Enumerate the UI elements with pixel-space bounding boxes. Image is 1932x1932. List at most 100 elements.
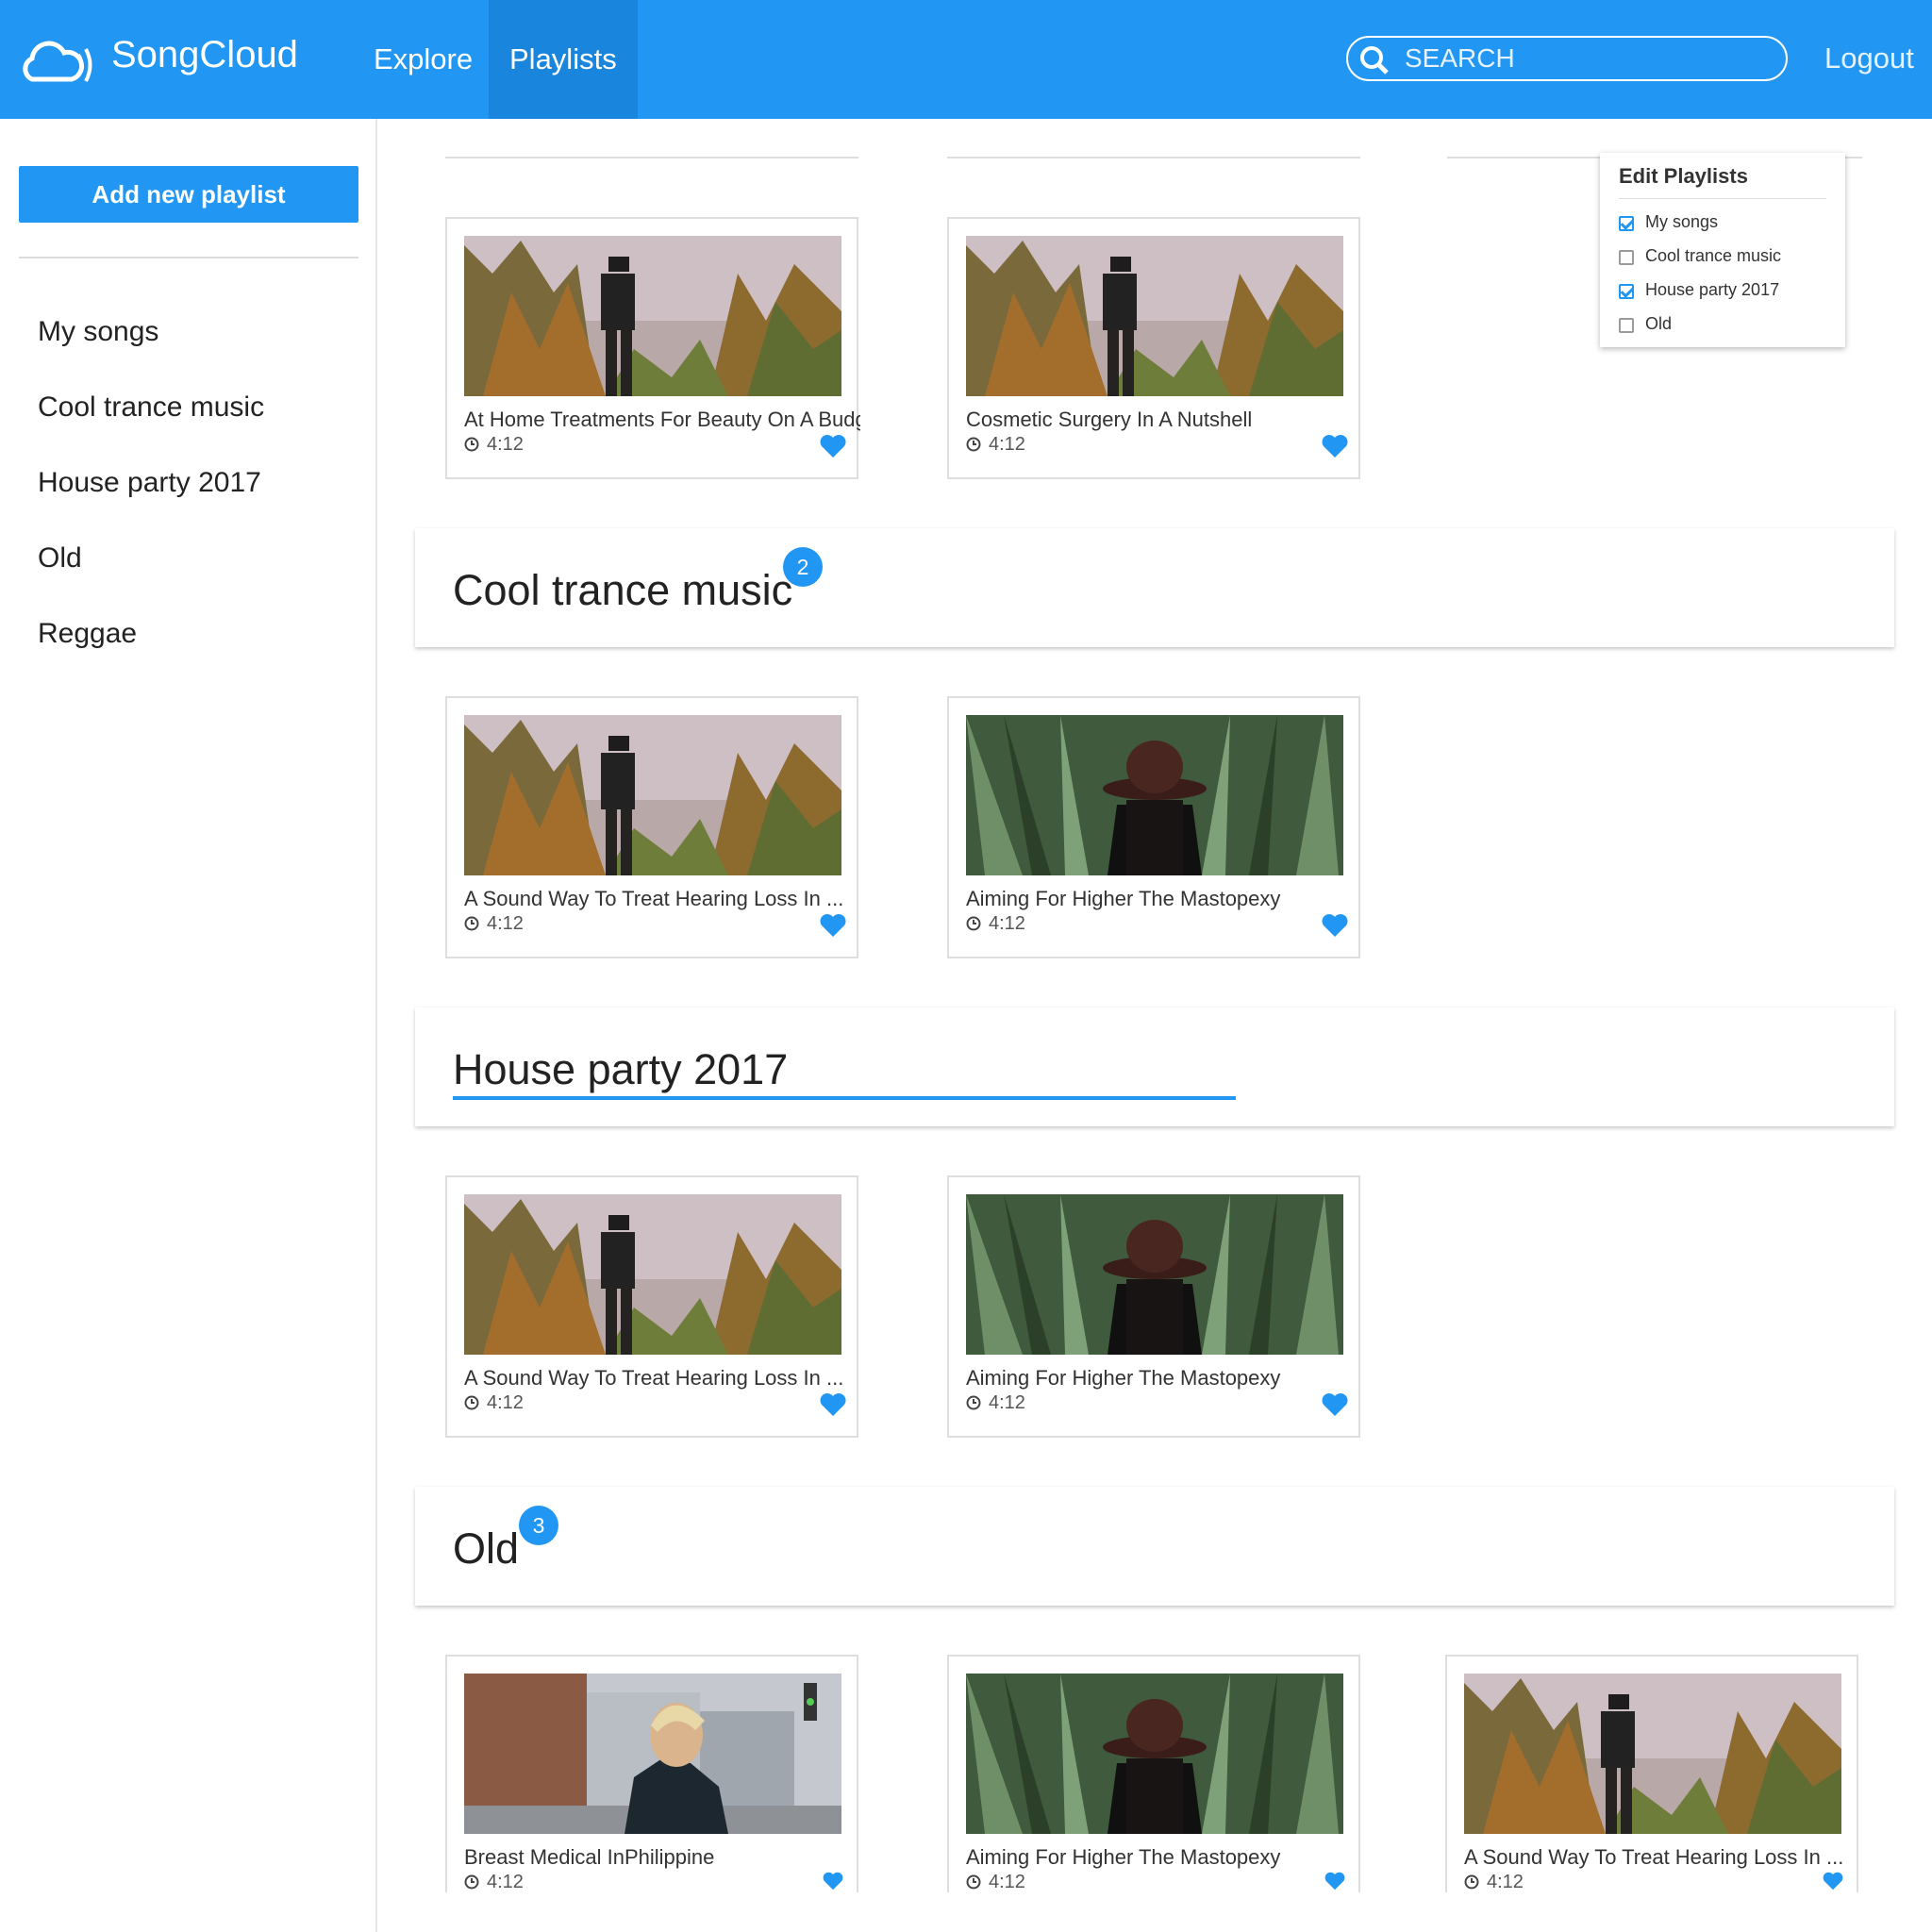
checkbox-icon[interactable] <box>1619 284 1634 299</box>
song-thumbnail[interactable] <box>966 715 1343 875</box>
dropdown-option-cool-trance-music[interactable]: Cool trance music <box>1619 245 1781 274</box>
card-edge <box>445 157 858 158</box>
checkbox-icon[interactable] <box>1619 318 1634 333</box>
clock-icon <box>966 916 981 931</box>
song-duration: 4:12 <box>966 434 1025 456</box>
song-title[interactable]: A Sound Way To Treat Hearing Loss In ... <box>464 887 860 911</box>
song-title[interactable]: Aiming For Higher The Mastopexy <box>966 1845 1362 1870</box>
song-duration: 4:12 <box>1464 1872 1524 1893</box>
heart-icon[interactable] <box>819 913 847 938</box>
playlist-title[interactable]: Old <box>453 1524 519 1574</box>
playlist-name-input[interactable] <box>453 1043 1236 1100</box>
dropdown-title: Edit Playlists <box>1619 164 1748 188</box>
song-card[interactable]: Breast Medical InPhilippine 4:12 <box>445 1655 858 1892</box>
sidebar-item-my-songs[interactable]: My songs <box>38 294 264 370</box>
clock-icon <box>1464 1874 1479 1890</box>
song-thumbnail[interactable] <box>464 715 841 875</box>
search-icon[interactable] <box>1357 43 1391 77</box>
option-label: Cool trance music <box>1645 246 1782 265</box>
heart-icon[interactable] <box>819 434 847 458</box>
song-duration: 4:12 <box>966 1872 1025 1893</box>
cloud-sound-icon[interactable] <box>19 36 94 87</box>
clock-icon <box>966 437 981 452</box>
heart-icon[interactable] <box>1321 1392 1349 1417</box>
duration-text: 4:12 <box>487 1872 524 1892</box>
song-count-badge: 2 <box>783 547 823 587</box>
add-playlist-button[interactable]: Add new playlist <box>19 166 358 223</box>
sidebar-item-house-party-2017[interactable]: House party 2017 <box>38 445 264 521</box>
song-card[interactable]: A Sound Way To Treat Hearing Loss In ...… <box>445 1175 858 1438</box>
song-title[interactable]: A Sound Way To Treat Hearing Loss In ... <box>1464 1845 1860 1870</box>
song-duration: 4:12 <box>464 434 524 456</box>
sidebar-item-cool-trance-music[interactable]: Cool trance music <box>38 370 264 445</box>
duration-text: 4:12 <box>989 913 1025 934</box>
heart-icon[interactable] <box>819 1392 847 1417</box>
search-input[interactable] <box>1405 40 1773 77</box>
duration-text: 4:12 <box>487 913 524 934</box>
song-title[interactable]: Aiming For Higher The Mastopexy <box>966 1366 1362 1391</box>
song-duration: 4:12 <box>464 913 524 935</box>
sidebar-divider <box>19 257 358 258</box>
heart-icon[interactable] <box>1321 1872 1349 1890</box>
clock-icon <box>464 1874 479 1890</box>
top-navbar: SongCloud Explore Playlists Logout <box>0 0 1932 119</box>
song-thumbnail[interactable] <box>1464 1674 1841 1834</box>
song-card[interactable]: At Home Treatments For Beauty On A Budge… <box>445 217 860 479</box>
song-title[interactable]: Aiming For Higher The Mastopexy <box>966 887 1362 911</box>
song-card[interactable]: A Sound Way To Treat Hearing Loss In ...… <box>1445 1655 1858 1892</box>
checkbox-icon[interactable] <box>1619 216 1634 231</box>
playlist-header-house-party-2017 <box>415 1008 1894 1126</box>
duration-text: 4:12 <box>487 434 524 455</box>
heart-icon[interactable] <box>819 1872 847 1890</box>
playlist-title[interactable]: Cool trance music <box>453 566 792 615</box>
clock-icon <box>464 437 479 452</box>
playlist-header-old: Old 3 <box>415 1487 1894 1606</box>
song-count-badge: 3 <box>519 1506 558 1545</box>
clock-icon <box>966 1874 981 1890</box>
song-duration: 4:12 <box>464 1392 524 1414</box>
sidebar-playlist-list: My songs Cool trance music House party 2… <box>38 294 264 672</box>
option-label: My songs <box>1645 212 1719 231</box>
edit-playlists-dropdown: Edit Playlists My songs Cool trance musi… <box>1600 153 1845 347</box>
dropdown-option-house-party-2017[interactable]: House party 2017 <box>1619 279 1779 308</box>
sidebar: Add new playlist My songs Cool trance mu… <box>0 119 377 1932</box>
song-card[interactable]: Aiming For Higher The Mastopexy 4:12 <box>947 696 1360 958</box>
song-thumbnail[interactable] <box>464 1674 841 1834</box>
song-thumbnail[interactable] <box>464 1194 841 1355</box>
song-duration: 4:12 <box>966 1392 1025 1414</box>
song-card[interactable]: Aiming For Higher The Mastopexy 4:12 <box>947 1655 1360 1892</box>
heart-icon[interactable] <box>1321 913 1349 938</box>
heart-icon[interactable] <box>1819 1872 1847 1890</box>
logout-link[interactable]: Logout <box>1824 42 1914 75</box>
song-card[interactable]: A Sound Way To Treat Hearing Loss In ...… <box>445 696 858 958</box>
nav-playlists[interactable]: Playlists <box>489 0 638 119</box>
song-thumbnail[interactable] <box>464 236 841 396</box>
song-duration: 4:12 <box>464 1872 524 1893</box>
song-thumbnail[interactable] <box>966 1674 1343 1834</box>
dropdown-option-my-songs[interactable]: My songs <box>1619 211 1718 240</box>
playlist-header-cool-trance-music: Cool trance music 2 <box>415 528 1894 647</box>
option-label: House party 2017 <box>1645 280 1780 299</box>
duration-text: 4:12 <box>487 1392 524 1413</box>
dropdown-option-old[interactable]: Old <box>1619 313 1672 341</box>
heart-icon[interactable] <box>1321 434 1349 458</box>
song-thumbnail[interactable] <box>966 236 1343 396</box>
song-duration: 4:12 <box>966 913 1025 935</box>
search-bar[interactable] <box>1346 36 1788 81</box>
duration-text: 4:12 <box>989 434 1025 455</box>
card-edge <box>947 157 1360 158</box>
song-title[interactable]: Cosmetic Surgery In A Nutshell <box>966 408 1362 432</box>
clock-icon <box>966 1395 981 1410</box>
checkbox-icon[interactable] <box>1619 250 1634 265</box>
song-thumbnail[interactable] <box>966 1194 1343 1355</box>
song-title[interactable]: Breast Medical InPhilippine <box>464 1845 860 1870</box>
song-title[interactable]: At Home Treatments For Beauty On A Budge… <box>464 408 860 432</box>
song-card[interactable]: Aiming For Higher The Mastopexy 4:12 <box>947 1175 1360 1438</box>
song-title[interactable]: A Sound Way To Treat Hearing Loss In ... <box>464 1366 860 1391</box>
sidebar-item-old[interactable]: Old <box>38 521 264 596</box>
sidebar-item-reggae[interactable]: Reggae <box>38 596 264 672</box>
song-card[interactable]: Cosmetic Surgery In A Nutshell 4:12 <box>947 217 1360 479</box>
duration-text: 4:12 <box>1487 1872 1524 1892</box>
nav-explore[interactable]: Explore <box>355 0 491 119</box>
brand-name[interactable]: SongCloud <box>111 34 298 76</box>
